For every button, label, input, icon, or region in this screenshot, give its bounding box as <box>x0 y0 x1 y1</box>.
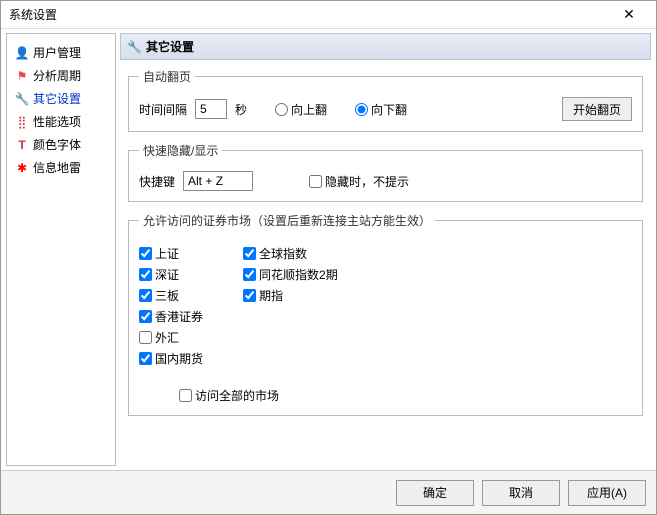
ok-button[interactable]: 确定 <box>396 480 474 506</box>
autopage-legend: 自动翻页 <box>139 68 195 85</box>
sidebar-item-label: 颜色字体 <box>33 136 81 153</box>
close-button[interactable]: ✕ <box>610 2 648 28</box>
sidebar-item-label: 其它设置 <box>33 90 81 107</box>
quickhide-legend: 快速隐藏/显示 <box>139 142 222 159</box>
page-down-label: 向下翻 <box>371 101 407 118</box>
market-shenzhen[interactable]: 深证 <box>139 266 203 283</box>
star-icon: ✱ <box>15 161 29 175</box>
dots-icon: ⣿ <box>15 115 29 129</box>
sidebar-item-performance[interactable]: ⣿ 性能选项 <box>11 111 111 132</box>
interval-input[interactable] <box>195 99 227 119</box>
markets-legend: 允许访问的证券市场（设置后重新连接主站方能生效） <box>139 212 435 229</box>
user-icon: 👤 <box>15 46 29 60</box>
hotkey-input[interactable] <box>183 171 253 191</box>
sidebar-item-info-mine[interactable]: ✱ 信息地雷 <box>11 157 111 178</box>
dialog-body: 👤 用户管理 ⚑ 分析周期 🔧 其它设置 ⣿ 性能选项 T 颜色字体 ✱ 信息地 <box>1 29 656 470</box>
dialog-window: 系统设置 ✕ 👤 用户管理 ⚑ 分析周期 🔧 其它设置 ⣿ 性能选项 T 颜 <box>0 0 657 515</box>
sidebar-item-other-settings[interactable]: 🔧 其它设置 <box>11 88 111 109</box>
quickhide-group: 快速隐藏/显示 快捷键 隐藏时，不提示 <box>128 142 643 202</box>
sidebar-item-user-management[interactable]: 👤 用户管理 <box>11 42 111 63</box>
autopage-group: 自动翻页 时间间隔 秒 向上翻 向下翻 <box>128 68 643 132</box>
sidebar-item-label: 性能选项 <box>33 113 81 130</box>
market-column-1: 上证 深证 三板 香港证券 外汇 国内期货 <box>139 245 203 367</box>
noprompt-checkbox[interactable]: 隐藏时，不提示 <box>309 173 409 190</box>
apply-button[interactable]: 应用(A) <box>568 480 646 506</box>
font-icon: T <box>15 138 29 152</box>
market-global-index[interactable]: 全球指数 <box>243 245 338 262</box>
market-ths-index[interactable]: 同花顺指数2期 <box>243 266 338 283</box>
wrench-icon: 🔧 <box>127 40 142 54</box>
sidebar-item-label: 用户管理 <box>33 44 81 61</box>
seconds-label: 秒 <box>235 101 247 118</box>
start-paging-button[interactable]: 开始翻页 <box>562 97 632 121</box>
sidebar-item-color-font[interactable]: T 颜色字体 <box>11 134 111 155</box>
content-area: 自动翻页 时间间隔 秒 向上翻 向下翻 <box>120 68 651 466</box>
page-down-radio[interactable]: 向下翻 <box>355 101 407 118</box>
page-up-label: 向上翻 <box>291 101 327 118</box>
page-up-radio[interactable]: 向上翻 <box>275 101 327 118</box>
market-shanghai[interactable]: 上证 <box>139 245 203 262</box>
market-forex[interactable]: 外汇 <box>139 329 203 346</box>
section-title: 其它设置 <box>146 38 194 55</box>
sidebar-item-analysis-period[interactable]: ⚑ 分析周期 <box>11 65 111 86</box>
sidebar-item-label: 信息地雷 <box>33 159 81 176</box>
market-hongkong[interactable]: 香港证券 <box>139 308 203 325</box>
market-column-2: 全球指数 同花顺指数2期 期指 <box>243 245 338 367</box>
market-futures[interactable]: 国内期货 <box>139 350 203 367</box>
sidebar-item-label: 分析周期 <box>33 67 81 84</box>
noprompt-label: 隐藏时，不提示 <box>325 173 409 190</box>
market-index-futures[interactable]: 期指 <box>243 287 338 304</box>
window-title: 系统设置 <box>9 6 610 23</box>
sidebar: 👤 用户管理 ⚑ 分析周期 🔧 其它设置 ⣿ 性能选项 T 颜色字体 ✱ 信息地 <box>6 33 116 466</box>
section-header: 🔧 其它设置 <box>120 33 651 60</box>
hotkey-label: 快捷键 <box>139 173 175 190</box>
access-all-checkbox[interactable]: 访问全部的市场 <box>179 387 279 404</box>
wrench-icon: 🔧 <box>15 92 29 106</box>
market-thirdboard[interactable]: 三板 <box>139 287 203 304</box>
markets-group: 允许访问的证券市场（设置后重新连接主站方能生效） 上证 深证 三板 香港证券 外… <box>128 212 643 416</box>
titlebar: 系统设置 ✕ <box>1 1 656 29</box>
main-panel: 🔧 其它设置 自动翻页 时间间隔 秒 向上翻 <box>120 33 651 466</box>
interval-label: 时间间隔 <box>139 101 187 118</box>
dialog-footer: 确定 取消 应用(A) <box>1 470 656 514</box>
flag-icon: ⚑ <box>15 69 29 83</box>
cancel-button[interactable]: 取消 <box>482 480 560 506</box>
access-all-label: 访问全部的市场 <box>195 387 279 404</box>
